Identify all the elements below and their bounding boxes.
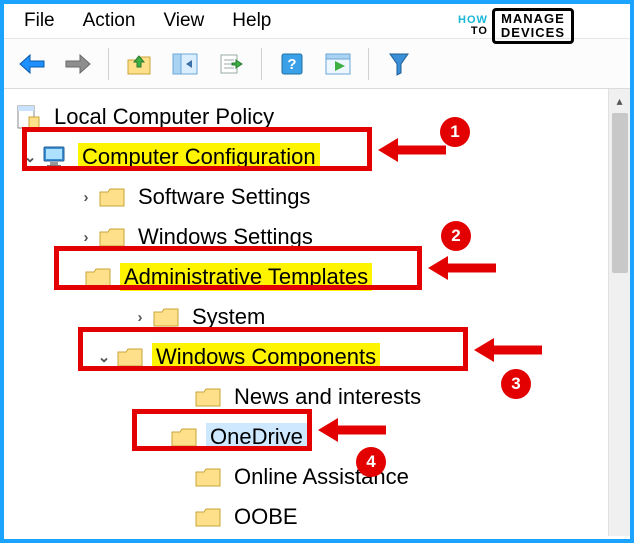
callout-badge-1: 1 — [440, 117, 470, 147]
menu-view[interactable]: View — [163, 10, 204, 32]
expand-toggle-icon[interactable] — [22, 148, 38, 166]
help-icon: ? — [280, 52, 304, 76]
callout-badge-4: 4 — [356, 447, 386, 477]
callout-arrow-3 — [474, 335, 544, 365]
vertical-scrollbar[interactable]: ▴ — [608, 89, 630, 536]
toolbar-separator — [108, 48, 109, 80]
watermark-logo: HOW TO MANAGE DEVICES — [458, 8, 574, 44]
tree-node-local-computer-policy[interactable]: Local Computer Policy — [14, 97, 608, 137]
expand-toggle-icon[interactable] — [132, 309, 148, 326]
funnel-icon — [388, 52, 410, 76]
callout-arrow-1 — [378, 135, 448, 165]
pane-icon — [172, 53, 198, 75]
folder-icon — [194, 464, 222, 490]
folder-icon — [194, 384, 222, 410]
callout-arrow-2 — [428, 253, 498, 283]
run-button[interactable] — [318, 46, 358, 82]
tree-label: Computer Configuration — [78, 143, 320, 171]
tree-node-online-assistance[interactable]: Online Assistance — [14, 457, 608, 497]
policy-tree[interactable]: Local Computer Policy Computer Configura… — [4, 89, 608, 536]
tree-label: Online Assistance — [230, 463, 413, 491]
folder-icon — [170, 424, 198, 450]
toolbar-separator — [368, 48, 369, 80]
menu-help[interactable]: Help — [232, 10, 271, 32]
folder-icon — [98, 184, 126, 210]
menu-file[interactable]: File — [24, 10, 55, 32]
tree-node-onedrive[interactable]: OneDrive — [14, 417, 608, 457]
scroll-up-icon[interactable]: ▴ — [609, 89, 630, 113]
back-arrow-icon — [18, 53, 46, 75]
list-export-icon — [218, 52, 244, 76]
computer-icon — [42, 144, 70, 170]
policy-root-icon — [14, 104, 42, 130]
play-window-icon — [325, 53, 351, 75]
folder-icon — [194, 504, 222, 530]
forward-button[interactable] — [58, 46, 98, 82]
scroll-thumb[interactable] — [612, 113, 628, 273]
tree-label: Local Computer Policy — [50, 103, 278, 131]
tree-label: Windows Components — [152, 343, 380, 371]
tree-label: OneDrive — [206, 423, 307, 451]
tree-node-administrative-templates[interactable]: Administrative Templates — [14, 257, 608, 297]
callout-badge-2: 2 — [441, 221, 471, 251]
watermark-manage: MANAGE — [501, 12, 565, 26]
tree-node-windows-settings[interactable]: Windows Settings — [14, 217, 608, 257]
folder-icon — [116, 344, 144, 370]
expand-toggle-icon[interactable] — [78, 189, 94, 206]
tree-node-system[interactable]: System — [14, 297, 608, 337]
watermark-devices: DEVICES — [501, 26, 565, 40]
toolbar: ? — [4, 39, 630, 89]
callout-badge-3: 3 — [501, 369, 531, 399]
expand-toggle-icon[interactable] — [96, 348, 112, 366]
expand-toggle-icon[interactable] — [78, 229, 94, 246]
tree-label: News and interests — [230, 383, 425, 411]
tree-label: Software Settings — [134, 183, 314, 211]
tree-label: OOBE — [230, 503, 302, 531]
help-button[interactable]: ? — [272, 46, 312, 82]
toolbar-separator — [261, 48, 262, 80]
tree-node-computer-configuration[interactable]: Computer Configuration — [14, 137, 608, 177]
folder-icon — [152, 304, 180, 330]
folder-up-icon — [126, 52, 152, 76]
back-button[interactable] — [12, 46, 52, 82]
tree-label: System — [188, 303, 269, 331]
folder-icon — [98, 224, 126, 250]
callout-arrow-4 — [318, 415, 388, 445]
svg-text:?: ? — [287, 56, 296, 73]
watermark-to: TO — [458, 26, 488, 37]
export-list-button[interactable] — [211, 46, 251, 82]
tree-node-software-settings[interactable]: Software Settings — [14, 177, 608, 217]
folder-icon — [84, 264, 112, 290]
forward-arrow-icon — [64, 53, 92, 75]
tree-node-oobe[interactable]: OOBE — [14, 497, 608, 536]
up-level-button[interactable] — [119, 46, 159, 82]
filter-button[interactable] — [379, 46, 419, 82]
tree-label: Administrative Templates — [120, 263, 372, 291]
menu-action[interactable]: Action — [83, 10, 136, 32]
tree-label: Windows Settings — [134, 223, 317, 251]
show-hide-tree-button[interactable] — [165, 46, 205, 82]
